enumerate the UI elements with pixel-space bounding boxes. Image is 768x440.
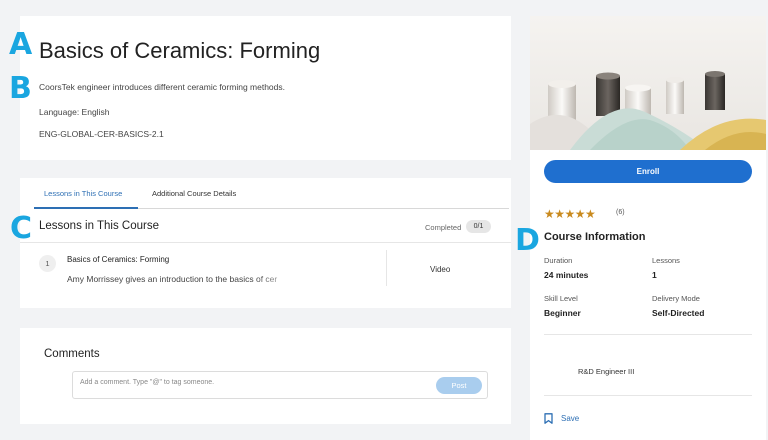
lesson-description: Amy Morrissey gives an introduction to t… <box>67 274 278 284</box>
completed-count-badge: 0/1 <box>466 220 491 233</box>
audience-role: R&D Engineer III <box>578 367 635 376</box>
enroll-button[interactable]: Enroll <box>544 160 752 183</box>
divider <box>544 334 752 335</box>
lesson-title[interactable]: Basics of Ceramics: Forming <box>67 255 169 264</box>
comment-input[interactable]: Add a comment. Type "@" to tag someone. … <box>72 371 488 399</box>
active-tab-indicator <box>34 207 138 209</box>
skill-level-label: Skill Level <box>544 294 578 303</box>
rating-count[interactable]: (6) <box>616 209 625 216</box>
tab-additional-details[interactable]: Additional Course Details <box>152 189 236 198</box>
post-button[interactable]: Post <box>436 377 482 394</box>
divider <box>544 395 752 396</box>
duration-label: Duration <box>544 256 573 265</box>
divider <box>20 242 511 243</box>
course-code: ENG-GLOBAL-CER-BASICS-2.1 <box>39 129 164 139</box>
course-title: Basics of Ceramics: Forming <box>39 38 321 63</box>
completed-label: Completed <box>425 223 462 232</box>
course-description: CoorsTek engineer introduces different c… <box>39 82 285 92</box>
lessons-heading: Lessons in This Course <box>39 220 159 232</box>
annotation-marker-a: A <box>9 27 32 62</box>
annotation-marker-c: C <box>10 211 32 246</box>
lesson-type: Video <box>430 265 451 274</box>
save-label: Save <box>561 414 580 423</box>
bookmark-icon <box>544 413 553 424</box>
skill-level-value: Beginner <box>544 308 581 318</box>
course-sidebar: Enroll ★★★★★ (6) Course Information Dura… <box>530 16 766 440</box>
delivery-mode-label: Delivery Mode <box>652 294 700 303</box>
course-tabs: Lessons in This Course Additional Course… <box>34 178 509 209</box>
annotation-marker-b: B <box>9 71 32 106</box>
lesson-number-badge: 1 <box>39 255 56 272</box>
lessons-value: 1 <box>652 270 657 280</box>
annotation-marker-d: D <box>515 223 540 258</box>
comments-heading: Comments <box>44 348 100 360</box>
comment-placeholder: Add a comment. Type "@" to tag someone. <box>80 379 215 386</box>
duration-value: 24 minutes <box>544 270 589 280</box>
lessons-card: Lessons in This Course Additional Course… <box>20 178 511 308</box>
course-hero-image <box>530 16 766 150</box>
tab-lessons[interactable]: Lessons in This Course <box>44 189 122 198</box>
comments-card: Comments Add a comment. Type "@" to tag … <box>20 328 511 424</box>
course-info-heading: Course Information <box>544 231 646 243</box>
course-language: Language: English <box>39 107 110 117</box>
divider <box>386 250 387 286</box>
rating-stars-icon: ★★★★★ <box>544 207 596 221</box>
lessons-label: Lessons <box>652 256 680 265</box>
course-header-card: Basics of Ceramics: Forming CoorsTek eng… <box>20 16 511 160</box>
delivery-mode-value: Self-Directed <box>652 308 705 318</box>
